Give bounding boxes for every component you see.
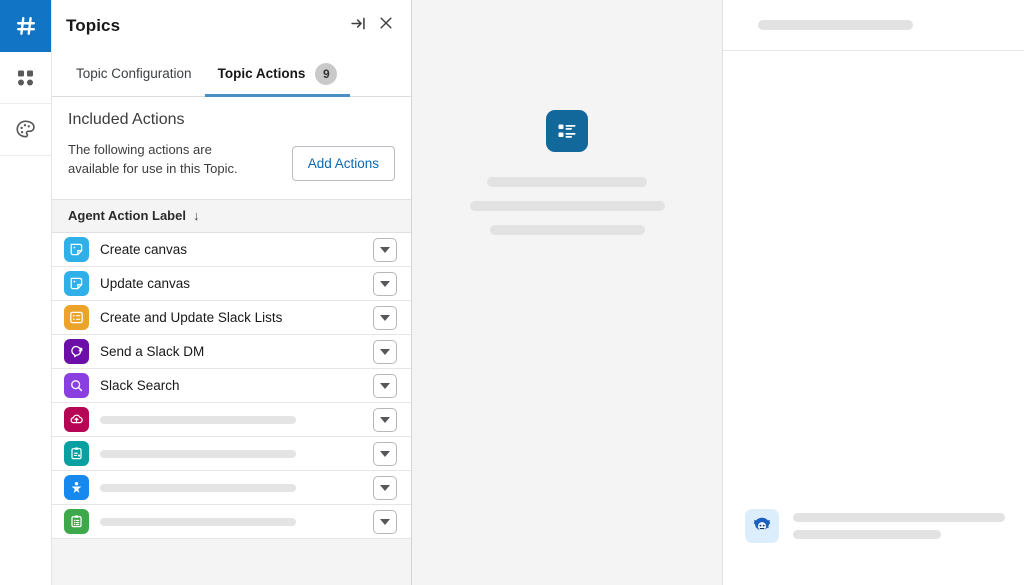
row-menu-button[interactable] bbox=[373, 237, 397, 262]
included-actions-section: Included Actions The following actions a… bbox=[52, 97, 411, 200]
close-icon bbox=[378, 15, 394, 36]
skeleton-bar bbox=[469, 201, 665, 211]
sort-descending-icon: ↓ bbox=[192, 208, 200, 223]
row-menu-button[interactable] bbox=[373, 339, 397, 364]
table-row[interactable] bbox=[52, 437, 411, 471]
chevron-down-icon bbox=[380, 484, 390, 491]
chevron-down-icon bbox=[380, 348, 390, 355]
row-label-skeleton bbox=[100, 483, 296, 492]
row-label-skeleton bbox=[100, 449, 296, 458]
chevron-down-icon bbox=[380, 314, 390, 321]
topics-panel: Topics Topic Configuration Topic Actions… bbox=[52, 0, 412, 585]
tab-badge-count: 9 bbox=[315, 62, 338, 85]
skeleton-bar bbox=[793, 530, 941, 539]
skeleton-bar bbox=[489, 225, 645, 235]
chevron-down-icon bbox=[380, 450, 390, 457]
row-menu-button[interactable] bbox=[373, 373, 397, 398]
close-button[interactable] bbox=[373, 13, 399, 39]
page-title: Topics bbox=[66, 15, 121, 35]
actions-table: Create canvas Update canvas Create and Upd… bbox=[52, 233, 411, 585]
message-item bbox=[745, 509, 1010, 547]
table-row[interactable]: Send a Slack DM bbox=[52, 335, 411, 369]
rail-item-theme[interactable] bbox=[0, 104, 51, 156]
einstein-avatar-icon bbox=[745, 509, 779, 543]
row-label: Create and Update Slack Lists bbox=[100, 310, 283, 325]
row-menu-button[interactable] bbox=[373, 407, 397, 432]
tab-topic-configuration[interactable]: Topic Configuration bbox=[63, 51, 205, 96]
right-pane-header bbox=[723, 0, 1024, 51]
row-label: Send a Slack DM bbox=[100, 344, 205, 359]
tab-label: Topic Actions bbox=[217, 66, 306, 81]
row-menu-button[interactable] bbox=[373, 509, 397, 534]
panel-header: Topics bbox=[52, 0, 411, 51]
upload-cloud-icon bbox=[64, 407, 89, 432]
add-actions-button[interactable]: Add Actions bbox=[291, 146, 395, 181]
rail-item-slack[interactable] bbox=[0, 0, 51, 52]
tab-topic-actions[interactable]: Topic Actions 9 bbox=[204, 51, 351, 97]
table-row[interactable]: Create canvas bbox=[52, 233, 411, 267]
table-row[interactable]: Update canvas bbox=[52, 267, 411, 301]
clipboard-sync-icon bbox=[64, 441, 89, 466]
left-rail bbox=[0, 0, 52, 585]
chevron-down-icon bbox=[380, 246, 390, 253]
row-label-skeleton bbox=[100, 415, 296, 424]
chevron-down-icon bbox=[380, 382, 390, 389]
apps-grid-icon bbox=[16, 68, 36, 88]
canvas-icon bbox=[64, 237, 89, 262]
row-menu-button[interactable] bbox=[373, 305, 397, 330]
right-pane bbox=[723, 0, 1024, 585]
palette-icon bbox=[15, 119, 36, 140]
chevron-down-icon bbox=[380, 416, 390, 423]
row-label: Create canvas bbox=[100, 242, 188, 257]
column-header-label: Agent Action Label bbox=[68, 208, 186, 223]
star-person-icon bbox=[64, 475, 89, 500]
table-row[interactable]: Create and Update Slack Lists bbox=[52, 301, 411, 335]
skeleton-bar bbox=[793, 513, 1005, 522]
row-menu-button[interactable] bbox=[373, 441, 397, 466]
app-window: Topics Topic Configuration Topic Actions… bbox=[0, 0, 1024, 585]
table-row[interactable] bbox=[52, 505, 411, 539]
row-menu-button[interactable] bbox=[373, 475, 397, 500]
canvas-icon bbox=[64, 271, 89, 296]
row-menu-button[interactable] bbox=[373, 271, 397, 296]
table-column-header[interactable]: Agent Action Label ↓ bbox=[52, 200, 411, 233]
expand-panel-button[interactable] bbox=[345, 13, 371, 39]
list-detail-icon bbox=[546, 110, 588, 152]
clipboard-list-icon bbox=[64, 509, 89, 534]
tab-label: Topic Configuration bbox=[76, 66, 192, 81]
message-skeleton-group bbox=[793, 509, 1010, 547]
right-pane-body bbox=[723, 51, 1024, 585]
table-row[interactable]: Slack Search bbox=[52, 369, 411, 403]
middle-skeleton-group bbox=[412, 177, 722, 249]
expand-panel-icon bbox=[350, 15, 367, 37]
row-label-skeleton bbox=[100, 517, 296, 526]
table-row[interactable] bbox=[52, 471, 411, 505]
section-title: Included Actions bbox=[68, 111, 185, 128]
table-row[interactable] bbox=[52, 403, 411, 437]
slack-dm-icon bbox=[64, 339, 89, 364]
row-label: Update canvas bbox=[100, 276, 191, 291]
header-skeleton-bar bbox=[758, 20, 913, 30]
row-label: Slack Search bbox=[100, 378, 180, 393]
slack-hash-icon bbox=[15, 15, 37, 37]
panel-tabs: Topic Configuration Topic Actions 9 bbox=[52, 51, 411, 97]
slack-lists-icon bbox=[64, 305, 89, 330]
slack-search-icon bbox=[64, 373, 89, 398]
rail-item-app-launcher[interactable] bbox=[0, 52, 51, 104]
chevron-down-icon bbox=[380, 518, 390, 525]
skeleton-bar bbox=[487, 177, 647, 187]
section-description: The following actions are available for … bbox=[68, 142, 238, 176]
chevron-down-icon bbox=[380, 280, 390, 287]
middle-pane bbox=[412, 0, 723, 585]
